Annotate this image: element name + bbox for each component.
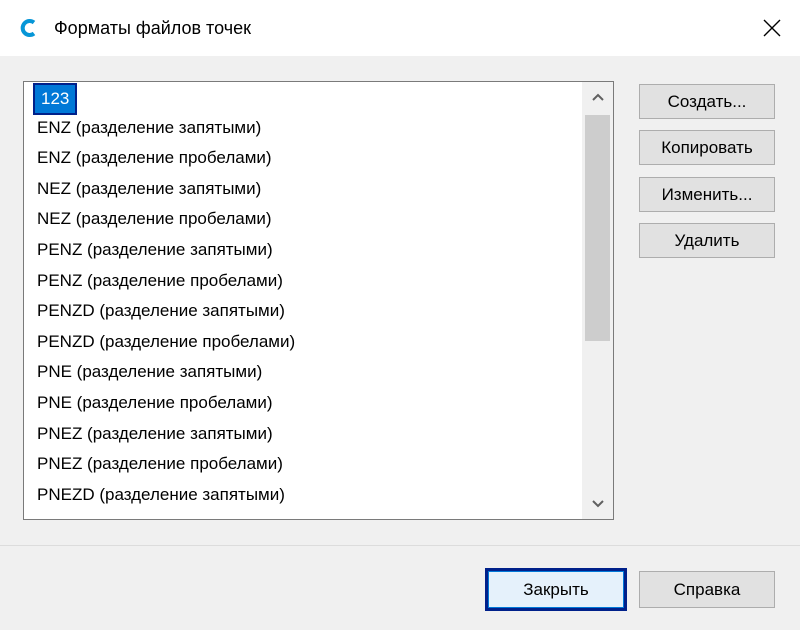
- list-item[interactable]: ENZ (разделение пробелами): [37, 144, 272, 172]
- list-item[interactable]: PNEZ (разделение пробелами): [37, 450, 283, 478]
- list-item-selected[interactable]: 123: [32, 83, 78, 115]
- list-item[interactable]: PNEZD (разделение запятыми): [37, 481, 285, 509]
- copy-button[interactable]: Копировать: [639, 130, 775, 165]
- list-item[interactable]: ENZ (разделение запятыми): [37, 114, 261, 142]
- close-dialog-button[interactable]: Закрыть: [485, 568, 627, 611]
- close-dialog-label: Закрыть: [488, 571, 624, 608]
- scroll-up-button[interactable]: [582, 82, 613, 112]
- formats-listbox[interactable]: 123 ENZ (разделение запятыми) ENZ (разделе…: [23, 81, 614, 520]
- list-item[interactable]: PENZ (разделение пробелами): [37, 267, 283, 295]
- scroll-down-button[interactable]: [582, 489, 613, 519]
- list-item[interactable]: PNEZ (разделение запятыми): [37, 420, 273, 448]
- chevron-up-icon: [591, 93, 604, 101]
- window-title: Форматы файлов точек: [54, 18, 251, 38]
- list-item[interactable]: PENZ (разделение запятыми): [37, 236, 273, 264]
- list-item[interactable]: PENZD (разделение пробелами): [37, 328, 295, 356]
- close-icon: [763, 19, 781, 37]
- edit-button[interactable]: Изменить...: [639, 177, 775, 212]
- create-button[interactable]: Создать...: [639, 84, 775, 119]
- footer-divider: [0, 545, 800, 546]
- list-item[interactable]: NEZ (разделение запятыми): [37, 175, 261, 203]
- chevron-down-icon: [591, 500, 604, 508]
- help-button[interactable]: Справка: [639, 571, 775, 608]
- list-item[interactable]: PNE (разделение запятыми): [37, 358, 262, 386]
- title-bar: Форматы файлов точек: [0, 0, 800, 56]
- delete-button[interactable]: Удалить: [639, 223, 775, 258]
- list-item[interactable]: NEZ (разделение пробелами): [37, 205, 272, 233]
- vertical-scrollbar[interactable]: [582, 82, 613, 519]
- list-item[interactable]: PNE (разделение пробелами): [37, 389, 273, 417]
- app-icon: [18, 17, 40, 39]
- list-item[interactable]: PENZD (разделение запятыми): [37, 297, 285, 325]
- window-close-button[interactable]: [744, 0, 800, 56]
- scroll-thumb[interactable]: [585, 115, 610, 341]
